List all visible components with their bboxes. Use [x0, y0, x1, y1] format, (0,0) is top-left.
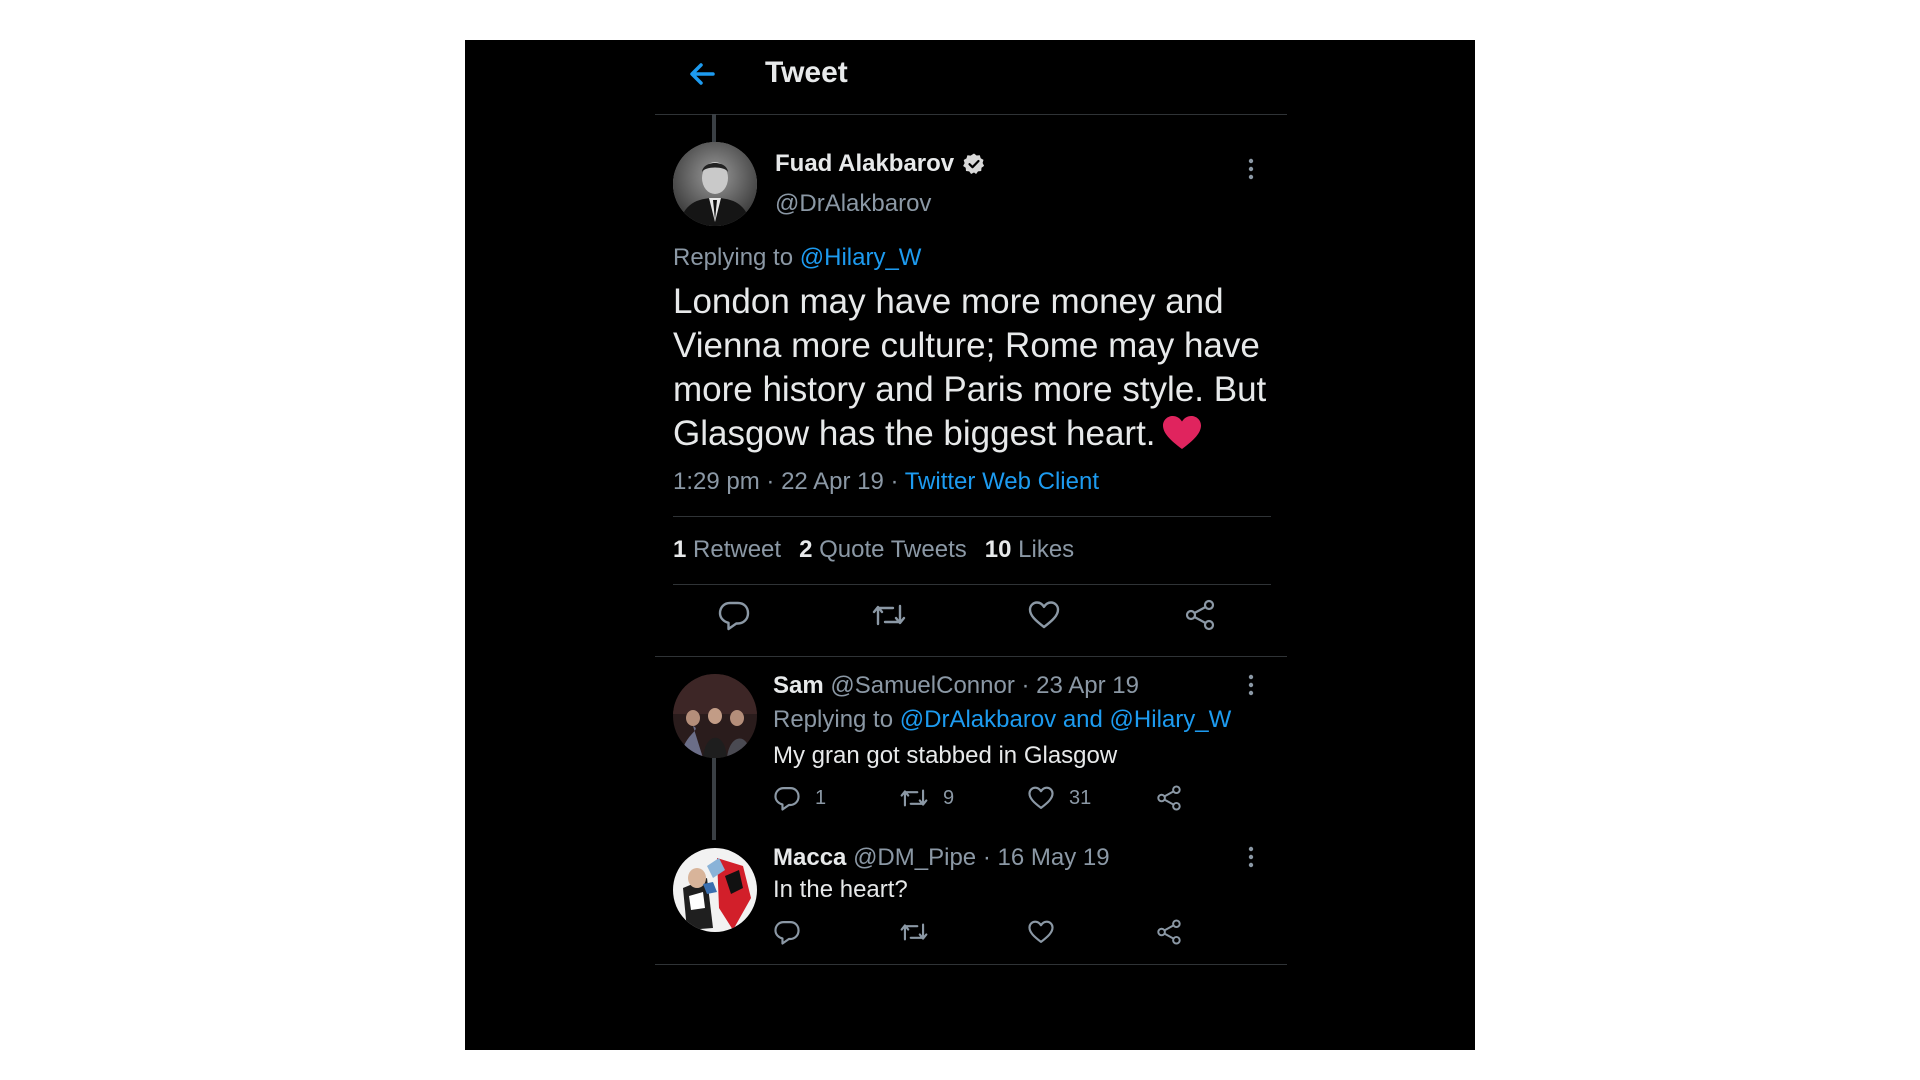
like-button[interactable]: 31 [1027, 784, 1091, 812]
replying-to: Replying to @DrAlakbarov and @Hilary_W [773, 706, 1231, 734]
divider [655, 656, 1287, 657]
header-divider [655, 114, 1287, 115]
tweet-meta: 1:29 pm · 22 Apr 19 · Twitter Web Client [673, 468, 1099, 496]
like-icon[interactable] [1027, 598, 1061, 632]
page-title: Tweet [765, 56, 848, 89]
replying-label: Replying to [773, 706, 894, 733]
reply-count: 1 [815, 786, 827, 809]
separator: · [766, 468, 775, 495]
divider [673, 584, 1271, 585]
retweet-button[interactable] [899, 918, 929, 946]
share-icon [1157, 785, 1181, 811]
reply-text: In the heart? [773, 876, 908, 903]
author-handle[interactable]: @DrAlakbarov [775, 190, 931, 218]
reply-icon[interactable] [717, 598, 751, 632]
separator: · [1021, 672, 1030, 699]
reply-author-handle[interactable]: @SamuelConnor [830, 672, 1014, 699]
share-icon[interactable] [1183, 598, 1217, 632]
quote-tweets-stat[interactable]: 2 Quote Tweets [799, 536, 967, 563]
reply-header: Macca @DM_Pipe · 16 May 19 [773, 844, 1110, 872]
back-arrow-icon[interactable] [683, 54, 723, 94]
like-count: 31 [1069, 786, 1092, 809]
divider [655, 964, 1287, 965]
more-options-icon[interactable] [1239, 154, 1263, 184]
replying-to-link[interactable]: @DrAlakbarov and @Hilary_W [900, 706, 1232, 733]
reply-button[interactable] [773, 918, 801, 946]
thread-line [712, 758, 716, 840]
like-icon [1028, 786, 1054, 809]
retweet-count: 9 [943, 786, 955, 809]
tweet-date: 22 Apr 19 [781, 468, 884, 495]
retweet-icon[interactable] [871, 598, 907, 632]
like-icon [1028, 920, 1054, 943]
avatar[interactable] [673, 848, 757, 932]
retweet-stat[interactable]: 1 Retweet [673, 536, 781, 563]
tweet-time: 1:29 pm [673, 468, 760, 495]
red-heart-emoji [1162, 415, 1202, 462]
tweet-panel: Tweet Fuad Alakbarov @DrAlakbarov Replyi… [655, 40, 1287, 1050]
reply-date: 16 May 19 [997, 844, 1110, 871]
avatar[interactable] [673, 674, 757, 758]
verified-badge-icon [962, 152, 986, 176]
avatar[interactable] [673, 142, 757, 226]
reply-author-name[interactable]: Sam [773, 672, 824, 699]
retweet-button[interactable]: 9 [899, 784, 954, 812]
replying-to-link[interactable]: @Hilary_W [800, 244, 922, 271]
screenshot-frame: Tweet Fuad Alakbarov @DrAlakbarov Replyi… [465, 40, 1475, 1050]
author-name[interactable]: Fuad Alakbarov [775, 150, 954, 178]
replying-to: Replying to @Hilary_W [673, 244, 921, 272]
share-icon [1157, 919, 1181, 945]
reply-author-handle[interactable]: @DM_Pipe [853, 844, 976, 871]
replying-label: Replying to [673, 244, 794, 271]
tweet-text: London may have more money and Vienna mo… [673, 280, 1273, 462]
reply-icon [774, 787, 800, 811]
likes-stat[interactable]: 10 Likes [985, 536, 1074, 563]
like-button[interactable] [1027, 918, 1055, 946]
more-options-icon[interactable] [1239, 842, 1263, 872]
retweet-icon [900, 923, 928, 941]
share-button[interactable] [1155, 918, 1183, 946]
reply-date: 23 Apr 19 [1036, 672, 1139, 699]
separator: · [982, 844, 991, 871]
tweet-stats: 1 Retweet 2 Quote Tweets 10 Likes [673, 536, 1074, 564]
reply-author-name[interactable]: Macca [773, 844, 846, 871]
reply-button[interactable]: 1 [773, 784, 826, 812]
share-button[interactable] [1155, 784, 1183, 812]
more-options-icon[interactable] [1239, 670, 1263, 700]
reply-icon [774, 921, 800, 945]
tweet-client-link[interactable]: Twitter Web Client [905, 468, 1099, 495]
retweet-icon [900, 789, 928, 807]
divider [673, 516, 1271, 517]
separator: · [890, 468, 899, 495]
reply-text: My gran got stabbed in Glasgow [773, 742, 1118, 769]
reply-header: Sam @SamuelConnor · 23 Apr 19 [773, 672, 1139, 700]
